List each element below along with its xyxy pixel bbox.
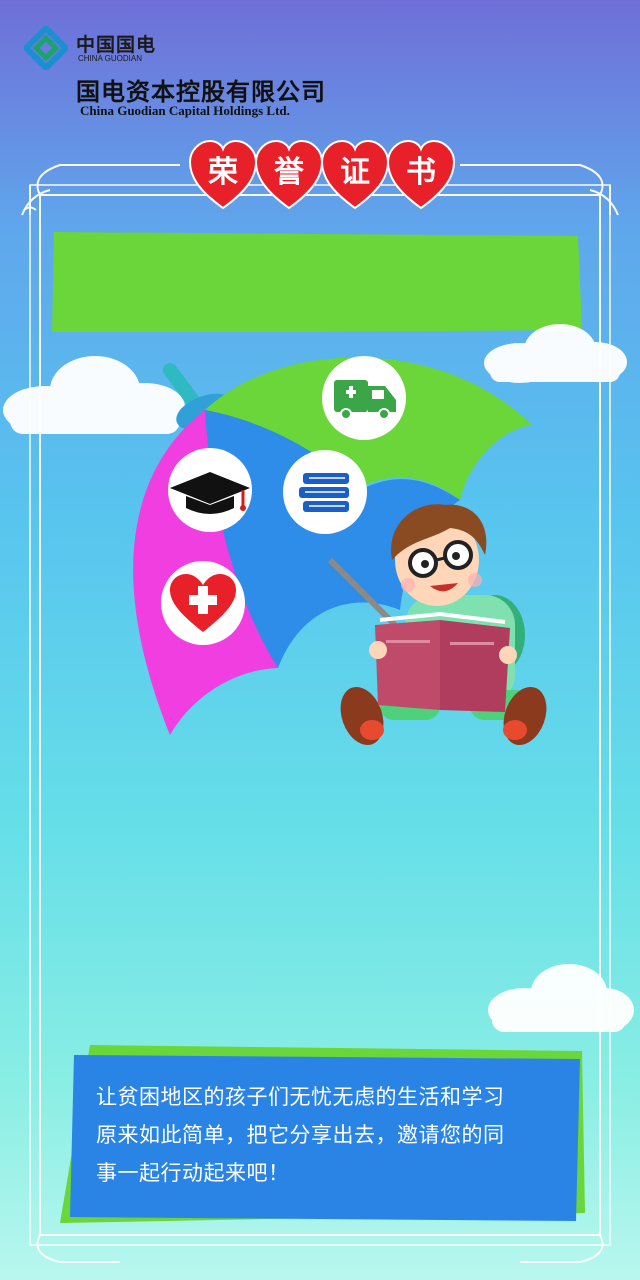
title-char-2: 誉 bbox=[274, 155, 305, 190]
graduation-cap-icon bbox=[168, 448, 252, 532]
title-char-1: 荣 bbox=[208, 155, 238, 190]
title-char-3: 证 bbox=[340, 155, 370, 190]
guodian-logo-icon bbox=[24, 26, 68, 70]
umbrella-illustration bbox=[133, 356, 547, 746]
title-heart-3: 证 bbox=[321, 140, 389, 209]
cloud-right-bottom bbox=[488, 964, 634, 1032]
title-char-4: 书 bbox=[406, 155, 436, 190]
message-line-3: 事一起行动起来吧！ bbox=[96, 1161, 290, 1185]
title-heart-2: 誉 bbox=[255, 140, 323, 209]
ambulance-icon bbox=[322, 356, 406, 440]
company-name-en: China Guodian Capital Holdings Ltd. bbox=[80, 103, 290, 118]
message-text: 让贫困地区的孩子们无忧无虑的生活和学习 原来如此简单，把它分享出去，邀请您的同 … bbox=[96, 1078, 574, 1192]
name-banner bbox=[52, 232, 582, 332]
certificate-title: 荣 誉 证 书 bbox=[189, 140, 455, 209]
heart-cross-icon bbox=[161, 561, 245, 645]
brand-name-cn: 中国国电 bbox=[76, 34, 157, 56]
title-heart-4: 书 bbox=[387, 140, 455, 209]
books-icon bbox=[283, 450, 367, 534]
company-name-cn: 国电资本控股有限公司 bbox=[76, 78, 326, 106]
certificate-page: 中国国电 CHINA GUODIAN 国电资本控股有限公司 China Guod… bbox=[0, 0, 640, 1280]
message-line-2: 原来如此简单，把它分享出去，邀请您的同 bbox=[96, 1123, 505, 1147]
brand-name-en: CHINA GUODIAN bbox=[78, 54, 143, 63]
title-heart-1: 荣 bbox=[189, 140, 257, 209]
message-line-1: 让贫困地区的孩子们无忧无虑的生活和学习 bbox=[96, 1085, 505, 1109]
